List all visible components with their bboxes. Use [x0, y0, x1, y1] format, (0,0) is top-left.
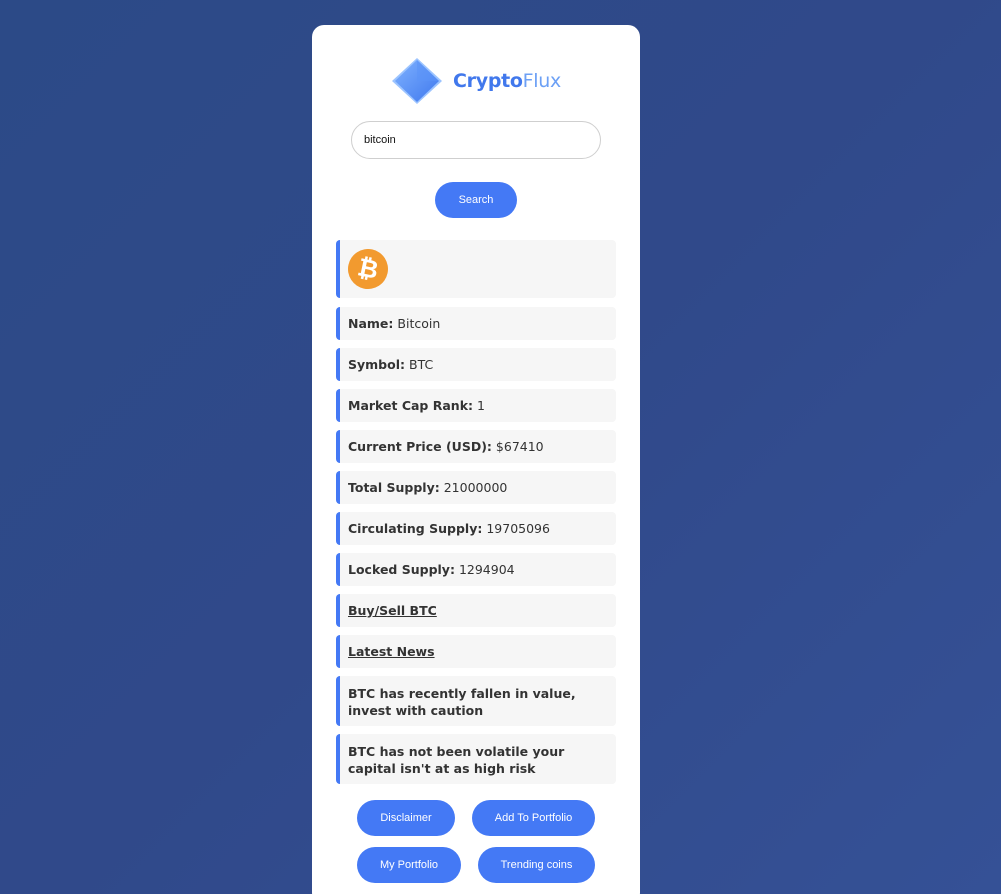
detail-label: Total Supply: [348, 480, 440, 495]
detail-value: Bitcoin [397, 316, 441, 331]
brand-header: CryptoFlux [312, 57, 640, 105]
detail-label: Circulating Supply: [348, 521, 483, 536]
disclaimer-button[interactable]: Disclaimer [357, 800, 455, 836]
detail-value: 1294904 [458, 562, 515, 577]
insight-text: BTC has not been volatile your capital i… [348, 744, 565, 776]
detail-label: Symbol: [348, 357, 405, 372]
detail-row-market-cap-rank: Market Cap Rank: 1 [336, 389, 616, 422]
detail-row-circulating-supply: Circulating Supply: 19705096 [336, 512, 616, 545]
detail-label: Market Cap Rank: [348, 398, 473, 413]
latest-news-row: Latest News [336, 635, 616, 668]
buy-sell-link[interactable]: Buy/Sell BTC [348, 603, 437, 618]
detail-label: Name: [348, 316, 394, 331]
diamond-logo-icon [392, 58, 443, 104]
search-input[interactable] [351, 121, 601, 159]
search-button[interactable]: Search [435, 182, 517, 218]
insight-text: BTC has recently fallen in value, invest… [348, 686, 576, 718]
buy-sell-row: Buy/Sell BTC [336, 594, 616, 627]
coin-icon-row: ₿ [336, 240, 616, 298]
insight-row: BTC has not been volatile your capital i… [336, 734, 616, 784]
detail-row-current-price: Current Price (USD): $67410 [336, 430, 616, 463]
detail-value: 19705096 [486, 521, 550, 536]
detail-label: Locked Supply: [348, 562, 455, 577]
detail-value: 21000000 [443, 480, 508, 495]
detail-row-symbol: Symbol: BTC [336, 348, 616, 381]
detail-value: $67410 [495, 439, 544, 454]
add-to-portfolio-button[interactable]: Add To Portfolio [472, 800, 595, 836]
detail-value: 1 [477, 398, 485, 413]
detail-row-name: Name: Bitcoin [336, 307, 616, 340]
brand-name: CryptoFlux [453, 70, 561, 92]
brand-name-bold: Crypto [453, 70, 523, 92]
detail-row-locked-supply: Locked Supply: 1294904 [336, 553, 616, 586]
crypto-card: CryptoFlux Search ₿ Name: Bitcoin Symbol… [312, 25, 640, 894]
my-portfolio-button[interactable]: My Portfolio [357, 847, 461, 883]
detail-value: BTC [409, 357, 434, 372]
insight-row: BTC has recently fallen in value, invest… [336, 676, 616, 726]
latest-news-link[interactable]: Latest News [348, 644, 435, 659]
detail-row-total-supply: Total Supply: 21000000 [336, 471, 616, 504]
brand-name-light: Flux [522, 70, 562, 92]
trending-coins-button[interactable]: Trending coins [478, 847, 595, 883]
bitcoin-icon: ₿ [344, 245, 392, 293]
detail-label: Current Price (USD): [348, 439, 492, 454]
